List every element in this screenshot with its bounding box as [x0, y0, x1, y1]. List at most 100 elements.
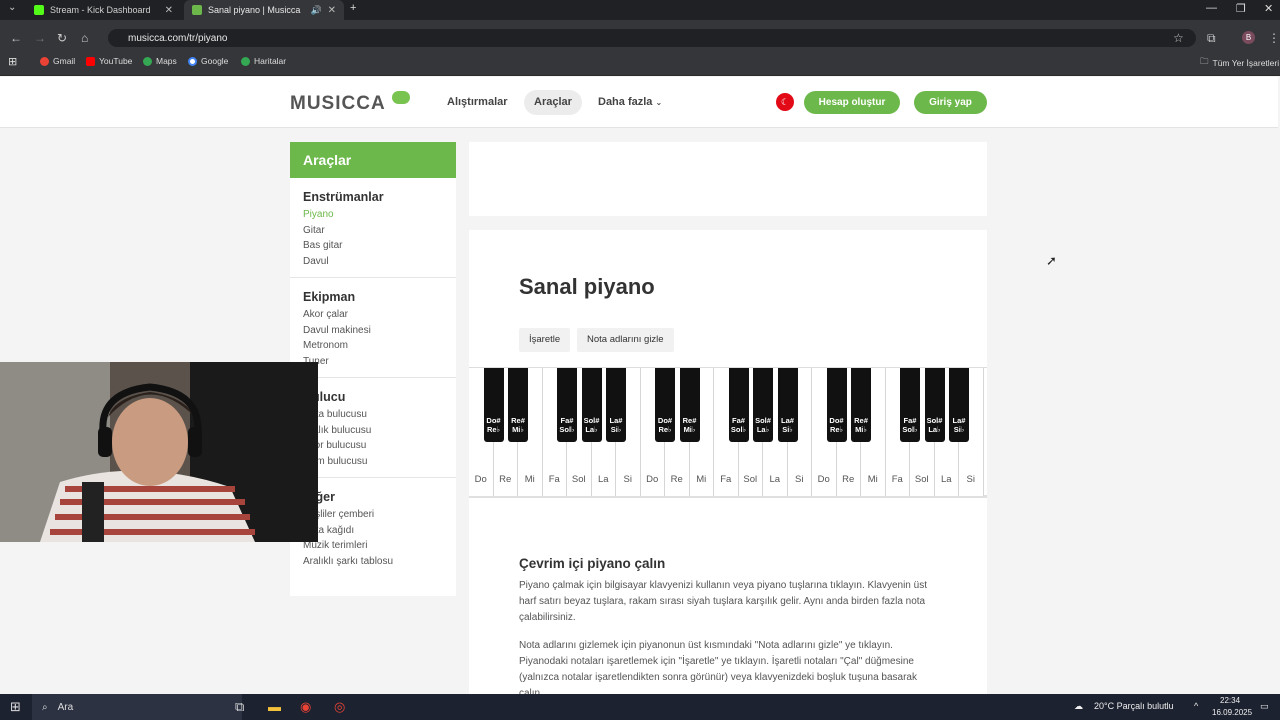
- sidebar-item-guitar[interactable]: Gitar: [303, 223, 443, 239]
- google-icon: [188, 56, 197, 66]
- profile-avatar[interactable]: B: [1242, 31, 1255, 44]
- obs-icon[interactable]: ◎: [334, 699, 345, 715]
- weather-text[interactable]: 20°C Parçalı bulutlu: [1094, 701, 1174, 711]
- new-tab-icon[interactable]: +: [350, 2, 356, 14]
- window-close-icon[interactable]: ✕: [1264, 2, 1273, 15]
- windows-start-icon[interactable]: ⊞: [10, 699, 21, 715]
- sidebar-heading: Ekipman: [303, 290, 356, 304]
- bookmark-gmail[interactable]: Gmail: [40, 56, 75, 66]
- all-bookmarks[interactable]: 🗀 Tüm Yer İşaretleri: [1200, 56, 1279, 70]
- sidebar-item-interval-song-chart[interactable]: Aralıklı şarkı tablosu: [303, 554, 443, 570]
- sidebar-item-circle-of-fifths[interactable]: Beşliler çemberi: [303, 507, 443, 523]
- tab-title: Sanal piyano | Musicca: [208, 5, 301, 15]
- white-key-label: Do: [474, 474, 487, 485]
- white-key-label: Re: [670, 474, 683, 485]
- reload-icon[interactable]: ↻: [57, 31, 67, 45]
- nav-more[interactable]: Daha fazla ⌄: [588, 90, 672, 115]
- white-key-label: Re: [842, 474, 855, 485]
- black-key[interactable]: La# Si♭: [777, 368, 798, 442]
- close-icon[interactable]: ✕: [165, 5, 173, 16]
- file-explorer-icon[interactable]: ▬: [268, 699, 281, 714]
- hide-note-names-button[interactable]: Nota adlarını gizle: [577, 328, 674, 352]
- tab-search-icon[interactable]: ⌄: [8, 2, 16, 13]
- musicca-logo[interactable]: MUSICCA: [290, 93, 386, 115]
- bookmark-youtube[interactable]: YouTube: [86, 56, 132, 66]
- chevron-down-icon: ⌄: [655, 98, 663, 107]
- sidebar-item-scale-finder[interactable]: Gam bulucusu: [303, 454, 443, 470]
- black-key-label: La# Si♭: [781, 416, 794, 434]
- forward-icon[interactable]: →: [34, 31, 46, 45]
- bookmark-google[interactable]: Google: [188, 56, 228, 66]
- black-key[interactable]: Re# Mi♭: [679, 368, 700, 442]
- sidebar-item-drum-machine[interactable]: Davul makinesi: [303, 323, 443, 339]
- sidebar-item-staff-paper[interactable]: Nota kağıdı: [303, 523, 443, 539]
- create-account-button[interactable]: Hesap oluştur: [804, 91, 900, 114]
- white-key-label: La: [940, 474, 952, 485]
- minimize-icon[interactable]: —: [1206, 2, 1217, 14]
- clock-date[interactable]: 16.09.2025: [1212, 708, 1252, 717]
- bookmark-star-icon[interactable]: ☆: [1173, 31, 1184, 45]
- menu-icon[interactable]: ⋮: [1268, 31, 1280, 45]
- login-button[interactable]: Giriş yap: [914, 91, 987, 114]
- black-key[interactable]: Fa# Sol♭: [557, 368, 577, 442]
- black-key[interactable]: Re# Mi♭: [508, 368, 528, 442]
- maps-icon: [241, 56, 250, 66]
- weather-icon: ☁: [1074, 701, 1083, 711]
- sidebar-item-bass[interactable]: Bas gitar: [303, 238, 443, 254]
- black-key[interactable]: Sol# La♭: [753, 368, 773, 442]
- sidebar-item-chord-player[interactable]: Akor çalar: [303, 307, 443, 323]
- sidebar-item-metronome[interactable]: Metronom: [303, 338, 443, 354]
- url-field[interactable]: musicca.com/tr/piyano: [108, 29, 1196, 47]
- sidebar-heading: Enstrümanlar: [303, 190, 384, 204]
- black-key[interactable]: Sol# La♭: [924, 368, 945, 442]
- back-icon[interactable]: ←: [10, 31, 22, 45]
- black-key[interactable]: Do# Re♭: [483, 368, 504, 442]
- apps-grid-icon[interactable]: ⊞: [8, 55, 17, 68]
- tab-kick-dashboard[interactable]: Stream - Kick Dashboard ✕: [26, 0, 181, 20]
- notifications-icon[interactable]: ▭: [1260, 701, 1269, 712]
- section-subtitle: Çevrim içi piyano çalın: [519, 556, 666, 571]
- extensions-icon[interactable]: ⧉: [1207, 31, 1216, 46]
- white-key-label: La: [597, 474, 609, 485]
- sidebar-item-interval-finder[interactable]: Aralık bulucusu: [303, 423, 443, 439]
- task-view-icon[interactable]: ⧉: [235, 699, 244, 715]
- white-key-label: Mi: [524, 474, 535, 485]
- gmail-icon: [40, 56, 49, 66]
- white-key-label: Fa: [891, 474, 903, 485]
- streamer-video-frame: [0, 362, 318, 542]
- black-key[interactable]: Fa# Sol♭: [728, 368, 749, 442]
- sidebar-item-music-terms[interactable]: Müzik terimleri: [303, 538, 443, 554]
- speaker-icon[interactable]: 🔊: [311, 5, 322, 16]
- nav-tools[interactable]: Araçlar: [524, 90, 582, 115]
- nav-exercises[interactable]: Alıştırmalar: [437, 90, 518, 115]
- tray-expand-icon[interactable]: ^: [1194, 701, 1198, 711]
- sidebar-item-chord-finder[interactable]: Akor bulucusu: [303, 438, 443, 454]
- clock-time[interactable]: 22:34: [1220, 696, 1240, 705]
- black-key[interactable]: Sol# La♭: [581, 368, 602, 442]
- black-key-label: Do# Re♭: [486, 416, 501, 434]
- black-key[interactable]: Do# Re♭: [826, 368, 847, 442]
- tab-musicca[interactable]: Sanal piyano | Musicca 🔊 ✕: [184, 0, 344, 20]
- chrome-icon[interactable]: ◉: [300, 699, 311, 715]
- home-icon[interactable]: ⌂: [81, 31, 88, 45]
- black-key[interactable]: Re# Mi♭: [851, 368, 871, 442]
- bookmark-haritalar[interactable]: Haritalar: [241, 56, 286, 66]
- mark-button[interactable]: İşaretle: [519, 328, 571, 352]
- restore-icon[interactable]: ❐: [1236, 2, 1246, 15]
- taskbar-search[interactable]: ⌕ Ara: [32, 694, 242, 720]
- black-key[interactable]: La# Si♭: [606, 368, 626, 442]
- sidebar-item-note-finder[interactable]: Nota bulucusu: [303, 407, 443, 423]
- black-key[interactable]: La# Si♭: [949, 368, 969, 442]
- black-key[interactable]: Fa# Sol♭: [900, 368, 920, 442]
- sidebar-item-piano[interactable]: Piyano: [303, 207, 443, 223]
- close-icon[interactable]: ✕: [328, 5, 336, 16]
- main-content-card: Sanal piyano İşaretle Nota adlarını gizl…: [469, 230, 987, 700]
- sidebar-item-tuner[interactable]: Tuner: [303, 354, 443, 370]
- logo-bubble-icon: [392, 91, 410, 104]
- webcam-overlay: [0, 362, 318, 542]
- black-key[interactable]: Do# Re♭: [655, 368, 675, 442]
- sidebar-item-drums[interactable]: Davul: [303, 254, 443, 270]
- turkey-flag-icon[interactable]: ☾: [776, 93, 794, 111]
- bookmark-maps[interactable]: Maps: [143, 56, 177, 66]
- sidebar-heading: Bulucu: [303, 390, 346, 404]
